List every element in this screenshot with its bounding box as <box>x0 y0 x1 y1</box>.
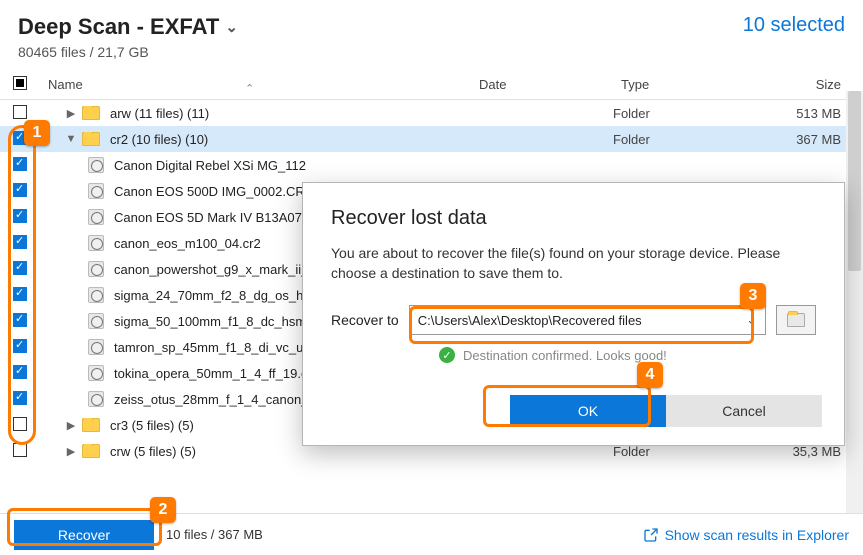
folder-icon <box>82 418 100 432</box>
open-external-icon <box>643 527 659 543</box>
row-name: canon_eos_m100_04.cr2 <box>114 236 261 251</box>
row-name: canon_powershot_g9_x_mark_ii_ <box>114 262 308 277</box>
check-icon: ✓ <box>439 347 455 363</box>
recover-to-label: Recover to <box>331 312 399 328</box>
folder-icon <box>82 444 100 458</box>
column-headers: Name⌃ Date Type Size <box>0 70 863 100</box>
image-file-icon <box>88 365 104 381</box>
row-checkbox[interactable] <box>0 287 40 304</box>
column-name[interactable]: Name⌃ <box>40 77 471 92</box>
destination-value: C:\Users\Alex\Desktop\Recovered files <box>418 313 642 328</box>
chevron-down-icon[interactable]: ⌄ <box>225 18 238 36</box>
row-name: crw (5 files) (5) <box>110 444 196 459</box>
row-checkbox[interactable] <box>0 313 40 330</box>
row-name: sigma_50_100mm_f1_8_dc_hsm_ <box>114 314 313 329</box>
file-row[interactable]: Canon Digital Rebel XSi MG_112 <box>0 152 863 178</box>
row-checkbox[interactable] <box>0 443 40 460</box>
image-file-icon <box>88 313 104 329</box>
dialog-body: You are about to recover the file(s) fou… <box>331 244 816 283</box>
image-file-icon <box>88 339 104 355</box>
ok-button[interactable]: OK <box>510 395 666 427</box>
row-type: Folder <box>613 132 763 147</box>
folder-row[interactable]: ▼cr2 (10 files) (10)Folder367 MB <box>0 126 863 152</box>
select-all-checkbox[interactable] <box>0 76 40 93</box>
browse-button[interactable] <box>776 305 816 335</box>
recover-dialog: Recover lost data You are about to recov… <box>302 182 845 446</box>
expand-icon[interactable]: ▶ <box>64 419 78 432</box>
row-checkbox[interactable] <box>0 105 40 122</box>
row-checkbox[interactable] <box>0 183 40 200</box>
row-name: zeiss_otus_28mm_f_1_4_canon_e <box>114 392 316 407</box>
row-checkbox[interactable] <box>0 391 40 408</box>
folder-icon <box>787 313 805 327</box>
expand-icon[interactable]: ▶ <box>64 445 78 458</box>
confirmation-row: ✓ Destination confirmed. Looks good! <box>439 347 816 363</box>
row-checkbox[interactable] <box>0 131 40 148</box>
scrollbar-thumb[interactable] <box>848 91 861 271</box>
recover-button[interactable]: Recover <box>14 520 154 550</box>
cancel-button[interactable]: Cancel <box>666 395 822 427</box>
row-checkbox[interactable] <box>0 261 40 278</box>
row-checkbox[interactable] <box>0 157 40 174</box>
column-size[interactable]: Size <box>763 77 863 92</box>
chevron-down-icon: ⌄ <box>746 312 757 328</box>
row-name: arw (11 files) (11) <box>110 106 209 121</box>
row-name: Canon EOS 500D IMG_0002.CR2 <box>114 184 312 199</box>
image-file-icon <box>88 261 104 277</box>
show-in-explorer-link[interactable]: Show scan results in Explorer <box>643 527 849 543</box>
row-name: sigma_24_70mm_f2_8_dg_os_hs <box>114 288 310 303</box>
row-name: cr3 (5 files) (5) <box>110 418 194 433</box>
folder-icon <box>82 106 100 120</box>
image-file-icon <box>88 391 104 407</box>
title-text: Deep Scan - EXFAT <box>18 14 219 40</box>
row-type: Folder <box>613 106 763 121</box>
image-file-icon <box>88 209 104 225</box>
destination-select[interactable]: C:\Users\Alex\Desktop\Recovered files ⌄ <box>409 305 766 335</box>
row-checkbox[interactable] <box>0 209 40 226</box>
row-name-cell[interactable]: ▶ arw (11 files) (11) <box>40 106 471 121</box>
row-checkbox[interactable] <box>0 339 40 356</box>
folder-icon <box>82 132 100 146</box>
confirmation-text: Destination confirmed. Looks good! <box>463 348 667 363</box>
sort-arrow-icon: ⌃ <box>245 82 254 95</box>
column-date[interactable]: Date <box>471 77 613 92</box>
row-checkbox[interactable] <box>0 417 40 434</box>
row-checkbox[interactable] <box>0 365 40 382</box>
row-name: tokina_opera_50mm_1_4_ff_19.c <box>114 366 307 381</box>
image-file-icon <box>88 287 104 303</box>
row-name: cr2 (10 files) (10) <box>110 132 208 147</box>
collapse-icon[interactable]: ▼ <box>64 133 78 145</box>
row-name-cell[interactable]: ▼ cr2 (10 files) (10) <box>40 132 471 147</box>
selected-count: 10 selected <box>743 14 845 37</box>
expand-icon[interactable]: ▶ <box>64 107 78 120</box>
row-name-cell[interactable]: Canon Digital Rebel XSi MG_112 <box>40 157 471 173</box>
image-file-icon <box>88 235 104 251</box>
image-file-icon <box>88 157 104 173</box>
status-bar: Recover 10 files / 367 MB Show scan resu… <box>0 513 863 555</box>
row-name: Canon EOS 5D Mark IV B13A073 <box>114 210 309 225</box>
dialog-title: Recover lost data <box>331 207 816 230</box>
column-type[interactable]: Type <box>613 77 763 92</box>
row-name: Canon Digital Rebel XSi MG_112 <box>114 158 306 173</box>
row-checkbox[interactable] <box>0 235 40 252</box>
folder-row[interactable]: ▶arw (11 files) (11)Folder513 MB <box>0 100 863 126</box>
scrollbar[interactable] <box>846 91 863 513</box>
page-title[interactable]: Deep Scan - EXFAT ⌄ <box>18 14 238 40</box>
file-count-summary: 80465 files / 21,7 GB <box>18 44 238 60</box>
image-file-icon <box>88 183 104 199</box>
status-summary: 10 files / 367 MB <box>166 527 263 542</box>
header: Deep Scan - EXFAT ⌄ 80465 files / 21,7 G… <box>0 0 863 70</box>
row-name: tamron_sp_45mm_f1_8_di_vc_us <box>114 340 310 355</box>
